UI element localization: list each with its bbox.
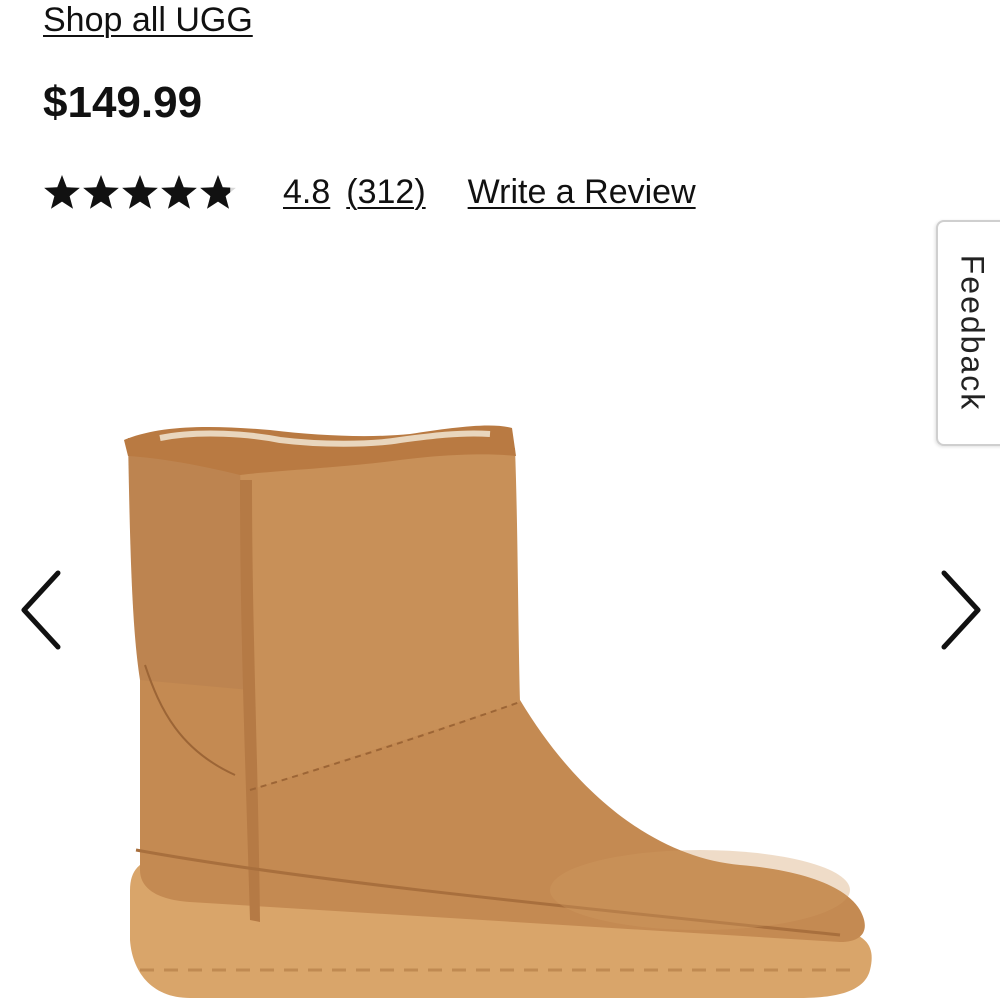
carousel-next-icon[interactable] xyxy=(930,565,990,655)
carousel-prev-icon[interactable] xyxy=(12,565,72,655)
product-image-boot[interactable] xyxy=(100,330,900,1000)
product-image-carousel xyxy=(0,250,1000,1000)
star-rating-icon xyxy=(44,175,236,209)
write-review-link[interactable]: Write a Review xyxy=(468,173,696,212)
product-price: $149.99 xyxy=(43,78,203,127)
shop-all-brand-link[interactable]: Shop all UGG xyxy=(43,0,253,40)
product-page: Shop all UGG $149.99 4.8 (312) Write a R… xyxy=(0,0,1000,1000)
rating-stars[interactable] xyxy=(43,172,241,212)
review-count-link[interactable]: (312) xyxy=(346,173,425,212)
rating-value-link[interactable]: 4.8 xyxy=(283,173,330,212)
rating-row: 4.8 (312) Write a Review xyxy=(43,168,696,216)
